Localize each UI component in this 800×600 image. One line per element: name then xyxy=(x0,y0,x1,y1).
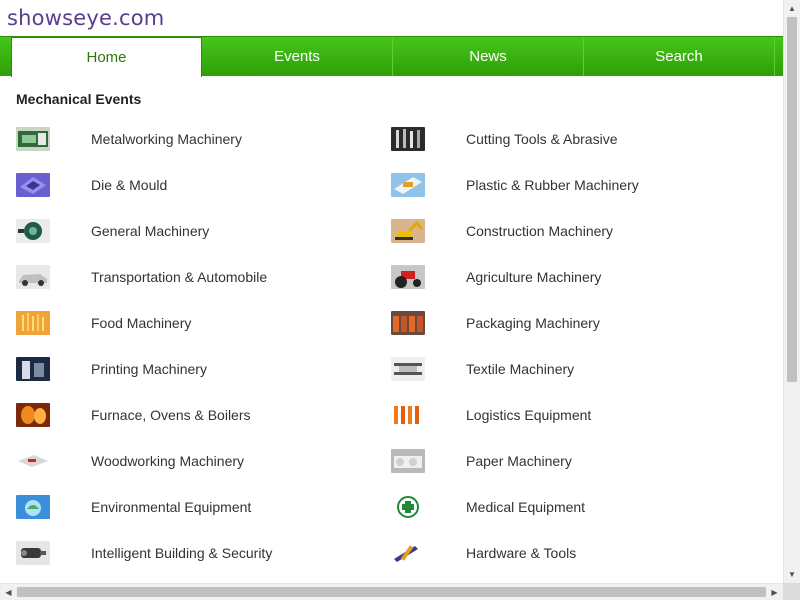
category-link[interactable]: Textile Machinery xyxy=(391,346,574,392)
vertical-scrollbar[interactable]: ▲ ▼ xyxy=(783,0,800,583)
category-row: Woodworking Machinery Paper Machinery xyxy=(0,438,783,484)
hardware-tools-thumbnail-icon[interactable] xyxy=(391,541,425,565)
category-label[interactable]: Agriculture Machinery xyxy=(466,269,601,285)
scrollbar-corner xyxy=(783,583,800,600)
category-label[interactable]: Die & Mould xyxy=(91,177,167,193)
furnace-thumbnail-icon[interactable] xyxy=(16,403,50,427)
tab-events[interactable]: Events xyxy=(202,37,393,76)
category-label[interactable]: Furnace, Ovens & Boilers xyxy=(91,407,251,423)
security-camera-thumbnail-icon[interactable] xyxy=(16,541,50,565)
excavator-thumbnail-icon[interactable] xyxy=(391,219,425,243)
logistics-thumbnail-icon[interactable] xyxy=(391,403,425,427)
category-link[interactable]: Printing Machinery xyxy=(16,346,207,392)
category-label[interactable]: Cutting Tools & Abrasive xyxy=(466,131,618,147)
packaging-thumbnail-icon[interactable] xyxy=(391,311,425,335)
category-link[interactable]: Environmental Equipment xyxy=(16,484,251,530)
category-label[interactable]: Metalworking Machinery xyxy=(91,131,242,147)
printing-thumbnail-icon[interactable] xyxy=(16,357,50,381)
category-link[interactable]: Hardware & Tools xyxy=(391,530,576,576)
scroll-up-arrow-icon[interactable]: ▲ xyxy=(784,0,800,17)
category-row: Environmental Equipment Medical Equipment xyxy=(0,484,783,530)
horizontal-scrollbar[interactable]: ◀ ▶ xyxy=(0,583,783,600)
cutting-tools-thumbnail-icon[interactable] xyxy=(391,127,425,151)
category-link[interactable]: Die & Mould xyxy=(16,162,167,208)
category-label[interactable]: Hardware & Tools xyxy=(466,545,576,561)
medical-cross-thumbnail-icon[interactable] xyxy=(391,495,425,519)
category-link[interactable]: General Machinery xyxy=(16,208,209,254)
plastic-rubber-thumbnail-icon[interactable] xyxy=(391,173,425,197)
category-grid: Metalworking Machinery Cutting Tools & Ab… xyxy=(0,116,783,576)
vertical-scroll-thumb[interactable] xyxy=(787,17,797,382)
category-label[interactable]: Intelligent Building & Security xyxy=(91,545,272,561)
category-label[interactable]: Woodworking Machinery xyxy=(91,453,244,469)
tractor-thumbnail-icon[interactable] xyxy=(391,265,425,289)
category-link[interactable]: Food Machinery xyxy=(16,300,191,346)
category-row: Printing Machinery Textile Machinery xyxy=(0,346,783,392)
tab-news[interactable]: News xyxy=(393,37,584,76)
category-row: Transportation & Automobile Agriculture M… xyxy=(0,254,783,300)
paper-thumbnail-icon[interactable] xyxy=(391,449,425,473)
category-label[interactable]: Printing Machinery xyxy=(91,361,207,377)
woodworking-thumbnail-icon[interactable] xyxy=(16,449,50,473)
category-link[interactable]: Construction Machinery xyxy=(391,208,613,254)
category-link[interactable]: Plastic & Rubber Machinery xyxy=(391,162,639,208)
category-label[interactable]: Construction Machinery xyxy=(466,223,613,239)
category-link[interactable]: Metalworking Machinery xyxy=(16,116,242,162)
die-mould-thumbnail-icon[interactable] xyxy=(16,173,50,197)
fries-thumbnail-icon[interactable] xyxy=(16,311,50,335)
scroll-left-arrow-icon[interactable]: ◀ xyxy=(0,584,17,600)
category-label[interactable]: Textile Machinery xyxy=(466,361,574,377)
category-row: Die & Mould Plastic & Rubber Machinery xyxy=(0,162,783,208)
category-link[interactable]: Woodworking Machinery xyxy=(16,438,244,484)
environment-thumbnail-icon[interactable] xyxy=(16,495,50,519)
category-label[interactable]: General Machinery xyxy=(91,223,209,239)
general-machinery-thumbnail-icon[interactable] xyxy=(16,219,50,243)
category-row: Intelligent Building & Security Hardware … xyxy=(0,530,783,576)
category-row: General Machinery Construction Machinery xyxy=(0,208,783,254)
category-link[interactable]: Cutting Tools & Abrasive xyxy=(391,116,618,162)
scroll-down-arrow-icon[interactable]: ▼ xyxy=(784,566,800,583)
category-label[interactable]: Food Machinery xyxy=(91,315,191,331)
car-thumbnail-icon[interactable] xyxy=(16,265,50,289)
category-link[interactable]: Packaging Machinery xyxy=(391,300,600,346)
metalworking-thumbnail-icon[interactable] xyxy=(16,127,50,151)
tab-search[interactable]: Search xyxy=(584,37,775,76)
category-row: Furnace, Ovens & Boilers Logistics Equipm… xyxy=(0,392,783,438)
horizontal-scroll-thumb[interactable] xyxy=(17,587,766,597)
category-link[interactable]: Medical Equipment xyxy=(391,484,585,530)
category-link[interactable]: Agriculture Machinery xyxy=(391,254,601,300)
page-viewport: showseye.com Home Events News Search Mec… xyxy=(0,0,783,583)
category-link[interactable]: Intelligent Building & Security xyxy=(16,530,272,576)
category-link[interactable]: Furnace, Ovens & Boilers xyxy=(16,392,251,438)
category-label[interactable]: Medical Equipment xyxy=(466,499,585,515)
scroll-right-arrow-icon[interactable]: ▶ xyxy=(766,584,783,600)
category-label[interactable]: Plastic & Rubber Machinery xyxy=(466,177,639,193)
category-label[interactable]: Transportation & Automobile xyxy=(91,269,267,285)
category-link[interactable]: Paper Machinery xyxy=(391,438,572,484)
site-header: showseye.com xyxy=(0,0,783,36)
textile-thumbnail-icon[interactable] xyxy=(391,357,425,381)
category-link[interactable]: Transportation & Automobile xyxy=(16,254,267,300)
category-label[interactable]: Paper Machinery xyxy=(466,453,572,469)
category-row: Food Machinery Packaging Machinery xyxy=(0,300,783,346)
section-title: Mechanical Events xyxy=(16,91,142,107)
main-nav: Home Events News Search xyxy=(0,36,783,77)
site-logo[interactable]: showseye.com xyxy=(7,6,164,30)
category-label[interactable]: Logistics Equipment xyxy=(466,407,591,423)
tab-home[interactable]: Home xyxy=(11,37,202,77)
category-label[interactable]: Packaging Machinery xyxy=(466,315,600,331)
category-link[interactable]: Logistics Equipment xyxy=(391,392,591,438)
category-label[interactable]: Environmental Equipment xyxy=(91,499,251,515)
category-row: Metalworking Machinery Cutting Tools & Ab… xyxy=(0,116,783,162)
